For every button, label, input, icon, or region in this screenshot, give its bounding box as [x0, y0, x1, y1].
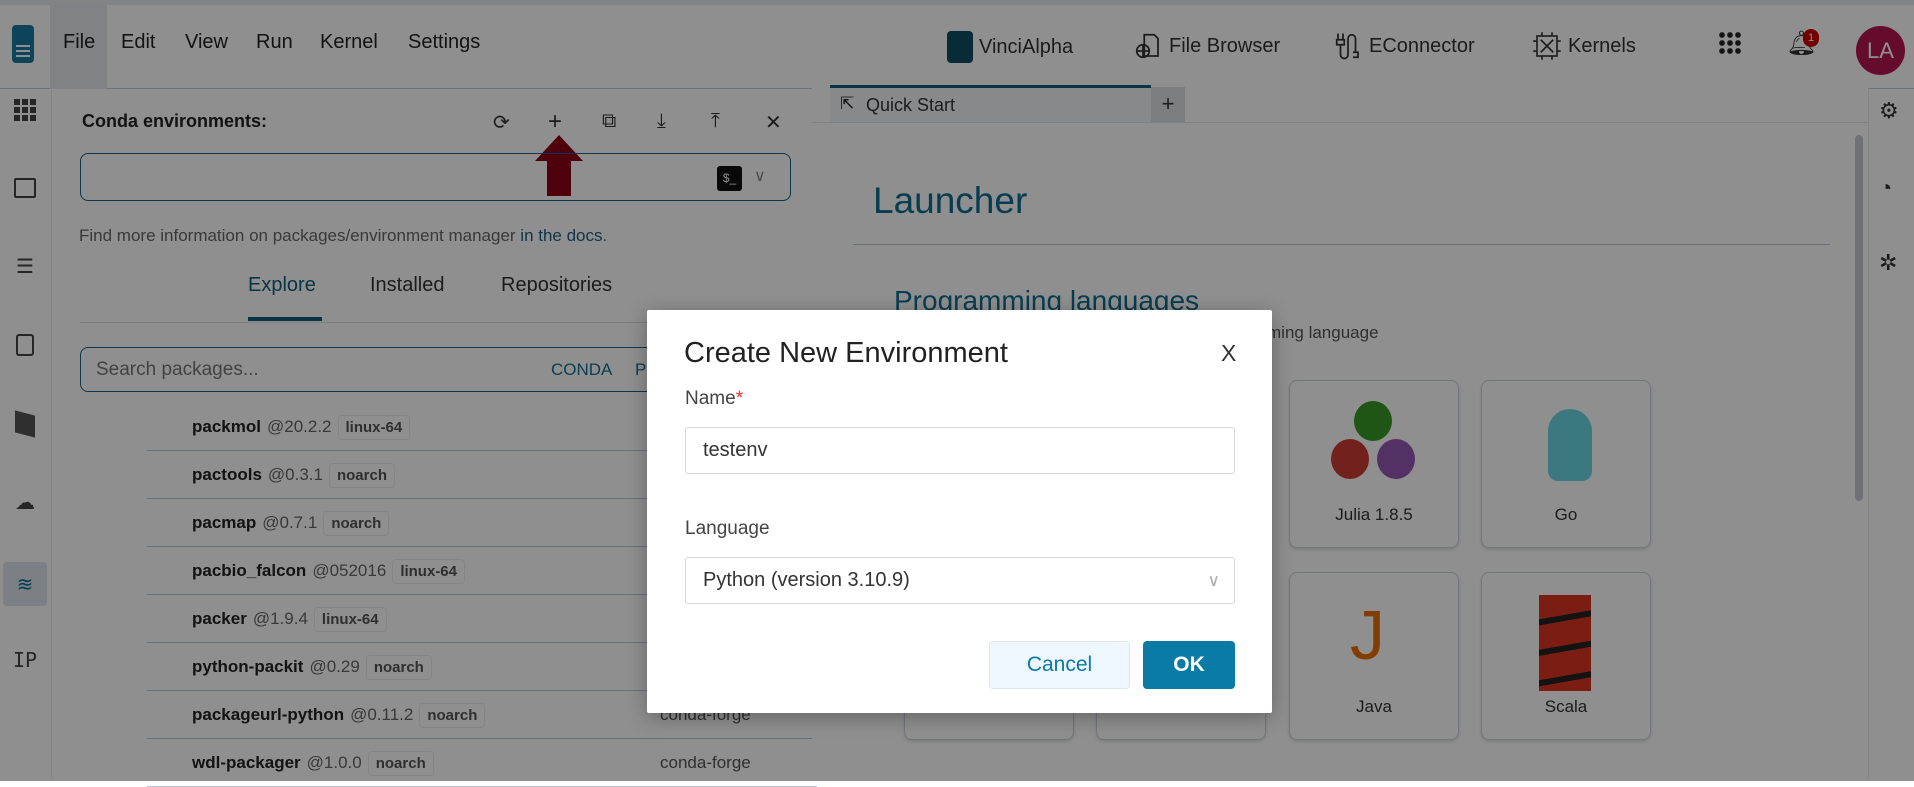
name-label: Name*	[685, 388, 744, 409]
create-environment-dialog: Create New Environment X Name* testenv L…	[647, 310, 1272, 713]
chevron-down-icon: ∨	[1207, 570, 1220, 590]
environment-name-input[interactable]: testenv	[685, 427, 1235, 474]
dialog-close-button[interactable]: X	[1221, 340, 1236, 367]
language-select[interactable]: Python (version 3.10.9) ∨	[685, 557, 1235, 604]
language-label: Language	[685, 518, 770, 539]
dialog-title: Create New Environment	[684, 337, 1008, 369]
cancel-button[interactable]: Cancel	[989, 641, 1130, 689]
ok-button[interactable]: OK	[1143, 641, 1235, 689]
